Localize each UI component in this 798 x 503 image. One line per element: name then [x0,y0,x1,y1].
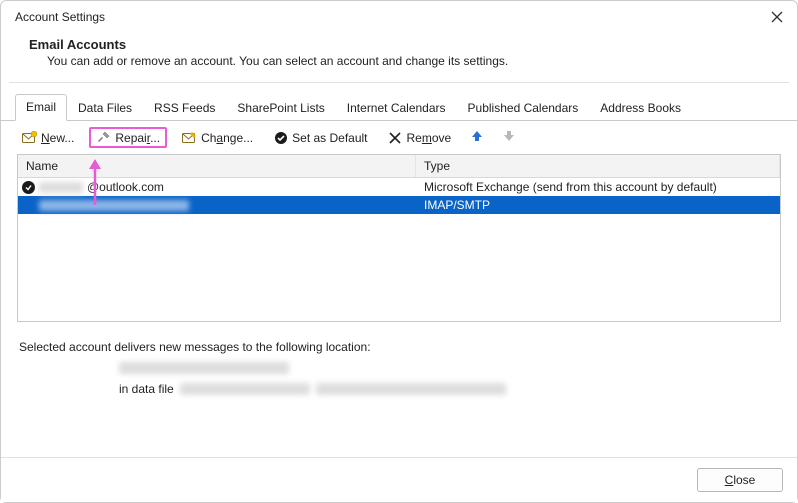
redacted-path [316,383,506,395]
tab-data-files[interactable]: Data Files [67,95,143,121]
redacted-name [39,182,83,193]
set-default-label: Set as Default [292,131,367,145]
check-circle-icon [273,130,288,145]
default-check-icon [22,181,35,194]
redacted-name [39,200,189,211]
remove-button[interactable]: Remove [383,127,457,148]
arrow-down-icon [503,130,515,145]
remove-label: Remove [407,131,452,145]
delivery-info: Selected account delivers new messages t… [1,322,797,396]
account-type: IMAP/SMTP [416,198,780,212]
col-name[interactable]: Name [18,155,416,177]
arrow-up-icon [471,130,483,145]
change-button[interactable]: Change... [177,127,258,148]
column-headers: Name Type [18,155,780,178]
tab-rss-feeds[interactable]: RSS Feeds [143,95,226,121]
in-data-file-label: in data file [119,382,174,396]
new-label: New... [41,131,74,145]
tab-email[interactable]: Email [15,94,67,121]
col-type[interactable]: Type [416,155,780,177]
close-button[interactable]: Close [697,468,783,492]
close-icon[interactable] [767,7,787,27]
account-type: Microsoft Exchange (send from this accou… [416,180,780,194]
toolbar: New... Repair... Change... Set as Defaul… [1,121,797,154]
header-title: Email Accounts [29,37,767,52]
new-button[interactable]: New... [17,127,79,148]
remove-icon [388,130,403,145]
set-default-button[interactable]: Set as Default [268,127,372,148]
move-down-button[interactable] [498,127,520,148]
tools-icon [96,130,111,145]
change-label: Change... [201,131,253,145]
repair-label: Repair... [115,131,160,145]
accounts-list: Name Type @outlook.com Microsoft Exchang… [17,154,781,322]
move-up-button[interactable] [466,127,488,148]
change-icon [182,130,197,145]
tab-address-books[interactable]: Address Books [589,95,692,121]
mail-new-icon [22,130,37,145]
redacted-path [180,383,310,395]
account-row-selected[interactable]: IMAP/SMTP [18,196,780,214]
tab-published-calendars[interactable]: Published Calendars [457,95,590,121]
tab-internet-calendars[interactable]: Internet Calendars [336,95,457,121]
repair-button[interactable]: Repair... [89,127,167,148]
tabstrip: Email Data Files RSS Feeds SharePoint Li… [1,83,797,121]
header: Email Accounts You can add or remove an … [1,31,797,82]
account-name-suffix: @outlook.com [87,180,164,194]
window-title: Account Settings [15,10,105,24]
redacted-location [119,362,289,374]
account-row[interactable]: @outlook.com Microsoft Exchange (send fr… [18,178,780,196]
footer: Close [1,457,797,502]
header-subtitle: You can add or remove an account. You ca… [29,54,767,68]
delivery-intro: Selected account delivers new messages t… [19,340,779,354]
tab-sharepoint-lists[interactable]: SharePoint Lists [226,95,335,121]
titlebar: Account Settings [1,1,797,31]
